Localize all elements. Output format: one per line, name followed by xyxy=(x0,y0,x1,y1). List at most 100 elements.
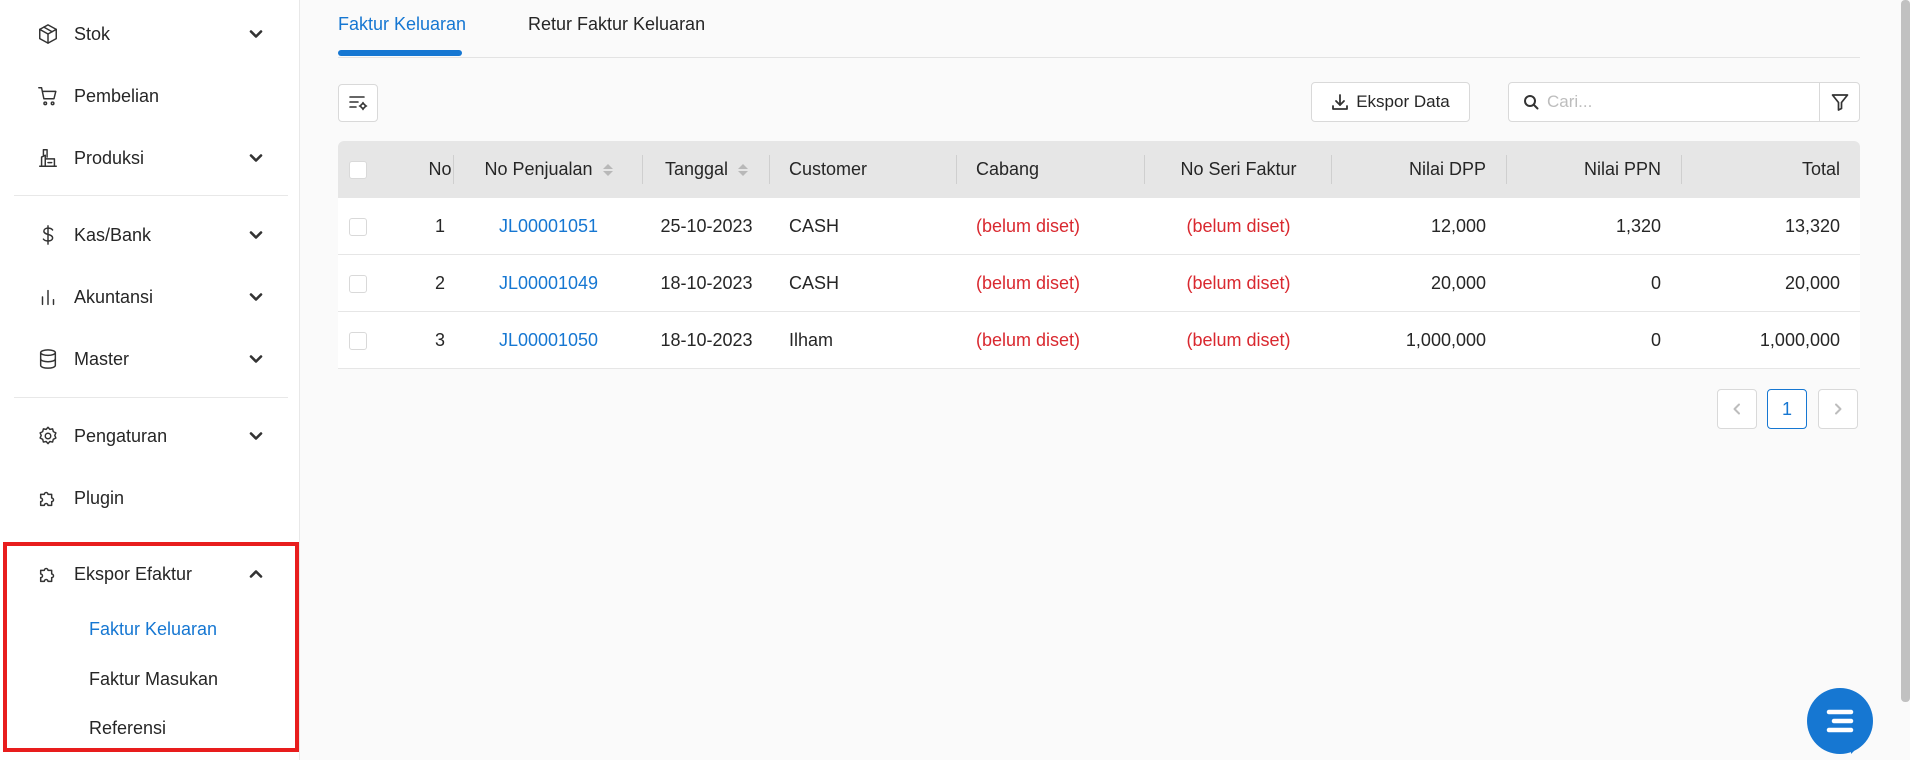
cell-no-seri-faktur: (belum diset) xyxy=(1186,216,1291,236)
table-row[interactable]: 2 JL00001049 18-10-2023 CASH (belum dise… xyxy=(338,255,1860,312)
cell-tanggal: 25-10-2023 xyxy=(660,216,753,236)
chevron-up-icon[interactable] xyxy=(246,564,266,584)
pagination-next-button[interactable] xyxy=(1818,389,1858,429)
column-separator xyxy=(769,155,770,184)
cell-nilai-dpp: 20,000 xyxy=(1430,273,1486,293)
header-nilai-ppn: Nilai PPN xyxy=(1583,159,1661,179)
sidebar-item-pembelian[interactable]: Pembelian xyxy=(0,71,300,121)
puzzle-icon xyxy=(36,562,60,586)
sidebar-divider xyxy=(14,195,288,196)
cell-nilai-dpp: 12,000 xyxy=(1430,216,1486,236)
dollar-icon xyxy=(36,223,60,247)
column-settings-button[interactable] xyxy=(338,84,378,122)
sidebar-item-stok[interactable]: Stok xyxy=(0,9,300,59)
select-all-checkbox[interactable] xyxy=(349,160,367,179)
table-row[interactable]: 1 JL00001051 25-10-2023 CASH (belum dise… xyxy=(338,198,1860,255)
cell-no-seri-faktur: (belum diset) xyxy=(1186,330,1291,350)
invoice-table: No No Penjualan Tanggal Customer Cabang … xyxy=(338,141,1860,369)
export-data-button[interactable]: Ekspor Data xyxy=(1311,82,1470,122)
export-data-label: Ekspor Data xyxy=(1356,92,1450,111)
header-tanggal[interactable]: Tanggal xyxy=(643,141,770,198)
header-no-seri-faktur: No Seri Faktur xyxy=(1180,159,1297,179)
tab-active-indicator xyxy=(338,50,462,56)
sidebar-item-label: Stok xyxy=(74,23,111,44)
sidebar-divider xyxy=(14,397,288,398)
cell-customer: CASH xyxy=(789,216,840,236)
chat-bubble-tail xyxy=(1851,736,1869,754)
search-icon xyxy=(1524,95,1539,110)
sidebar-item-pengaturan[interactable]: Pengaturan xyxy=(0,411,300,461)
header-label: Tanggal xyxy=(664,159,729,179)
cell-cabang: (belum diset) xyxy=(976,216,1081,236)
submenu-faktur-masukan[interactable]: Faktur Masukan xyxy=(89,669,218,690)
row-checkbox[interactable] xyxy=(349,274,367,293)
chevron-left-icon xyxy=(1733,403,1740,415)
row-checkbox[interactable] xyxy=(349,217,367,236)
cell-total: 20,000 xyxy=(1784,273,1840,293)
chevron-down-icon[interactable] xyxy=(246,287,266,307)
bar-chart-icon xyxy=(36,285,60,309)
header-total: Total xyxy=(1801,159,1840,179)
sidebar-item-kas-bank[interactable]: Kas/Bank xyxy=(0,210,300,260)
cell-no-seri-faktur: (belum diset) xyxy=(1186,273,1291,293)
row-select xyxy=(349,255,367,312)
cell-customer: Ilham xyxy=(789,330,834,350)
row-checkbox[interactable] xyxy=(349,331,367,350)
chat-icon xyxy=(1826,709,1854,733)
sidebar-item-label: Pembelian xyxy=(74,85,160,106)
cart-icon xyxy=(36,84,60,108)
factory-icon xyxy=(36,146,60,170)
tab-retur-faktur-keluaran[interactable]: Retur Faktur Keluaran xyxy=(528,14,705,35)
database-icon xyxy=(36,347,60,371)
sidebar: Stok Pembelian Produksi Kas/Bank Akuntan… xyxy=(0,0,300,760)
submenu-faktur-keluaran[interactable]: Faktur Keluaran xyxy=(89,619,217,640)
filter-icon xyxy=(1831,94,1848,111)
sidebar-item-label: Kas/Bank xyxy=(74,224,152,245)
submenu-referensi[interactable]: Referensi xyxy=(89,718,166,739)
cell-total: 13,320 xyxy=(1784,216,1840,236)
table-row[interactable]: 3 JL00001050 18-10-2023 Ilham (belum dis… xyxy=(338,312,1860,369)
header-select-all xyxy=(349,141,367,198)
search-input[interactable] xyxy=(1547,92,1807,112)
sidebar-item-label: Master xyxy=(74,348,130,369)
download-icon xyxy=(1332,94,1349,110)
sidebar-item-ekspor-efaktur[interactable]: Ekspor Efaktur xyxy=(0,549,300,599)
cell-tanggal: 18-10-2023 xyxy=(660,273,753,293)
header-cabang: Cabang xyxy=(976,159,1040,179)
header-no-penjualan[interactable]: No Penjualan xyxy=(454,141,643,198)
header-nilai-dpp: Nilai DPP xyxy=(1408,159,1486,179)
header-label: No Penjualan xyxy=(484,159,593,179)
chat-button[interactable] xyxy=(1807,688,1873,754)
vertical-scrollbar[interactable] xyxy=(1901,0,1910,702)
chevron-down-icon[interactable] xyxy=(246,24,266,44)
cell-no-penjualan-link[interactable]: JL00001049 xyxy=(454,255,643,312)
pagination-prev-button[interactable] xyxy=(1717,389,1757,429)
cell-no-penjualan-link[interactable]: JL00001051 xyxy=(454,198,643,255)
cell-total: 1,000,000 xyxy=(1759,330,1840,350)
sidebar-item-produksi[interactable]: Produksi xyxy=(0,133,300,183)
cell-no-penjualan-link[interactable]: JL00001050 xyxy=(454,312,643,369)
sidebar-item-label: Ekspor Efaktur xyxy=(74,563,193,584)
sidebar-item-label: Akuntansi xyxy=(74,286,154,307)
filter-button[interactable] xyxy=(1819,82,1860,122)
sidebar-item-akuntansi[interactable]: Akuntansi xyxy=(0,272,300,322)
chevron-down-icon[interactable] xyxy=(246,349,266,369)
pagination-page-button[interactable]: 1 xyxy=(1767,389,1807,429)
cell-nilai-ppn: 0 xyxy=(1650,330,1661,350)
cell-nilai-ppn: 1,320 xyxy=(1615,216,1661,236)
sort-icon[interactable] xyxy=(738,163,749,176)
search-box xyxy=(1508,82,1820,122)
sidebar-item-label: Plugin xyxy=(74,487,125,508)
chevron-down-icon[interactable] xyxy=(246,426,266,446)
chevron-down-icon[interactable] xyxy=(246,225,266,245)
chevron-down-icon[interactable] xyxy=(246,148,266,168)
chevron-right-icon xyxy=(1835,403,1842,415)
cell-cabang: (belum diset) xyxy=(976,330,1081,350)
cell-customer: CASH xyxy=(789,273,840,293)
tab-faktur-keluaran[interactable]: Faktur Keluaran xyxy=(338,14,466,35)
row-select xyxy=(349,312,367,369)
cell-nilai-ppn: 0 xyxy=(1650,273,1661,293)
sidebar-item-master[interactable]: Master xyxy=(0,334,300,384)
sidebar-item-plugin[interactable]: Plugin xyxy=(0,473,300,523)
sort-icon[interactable] xyxy=(602,163,613,176)
